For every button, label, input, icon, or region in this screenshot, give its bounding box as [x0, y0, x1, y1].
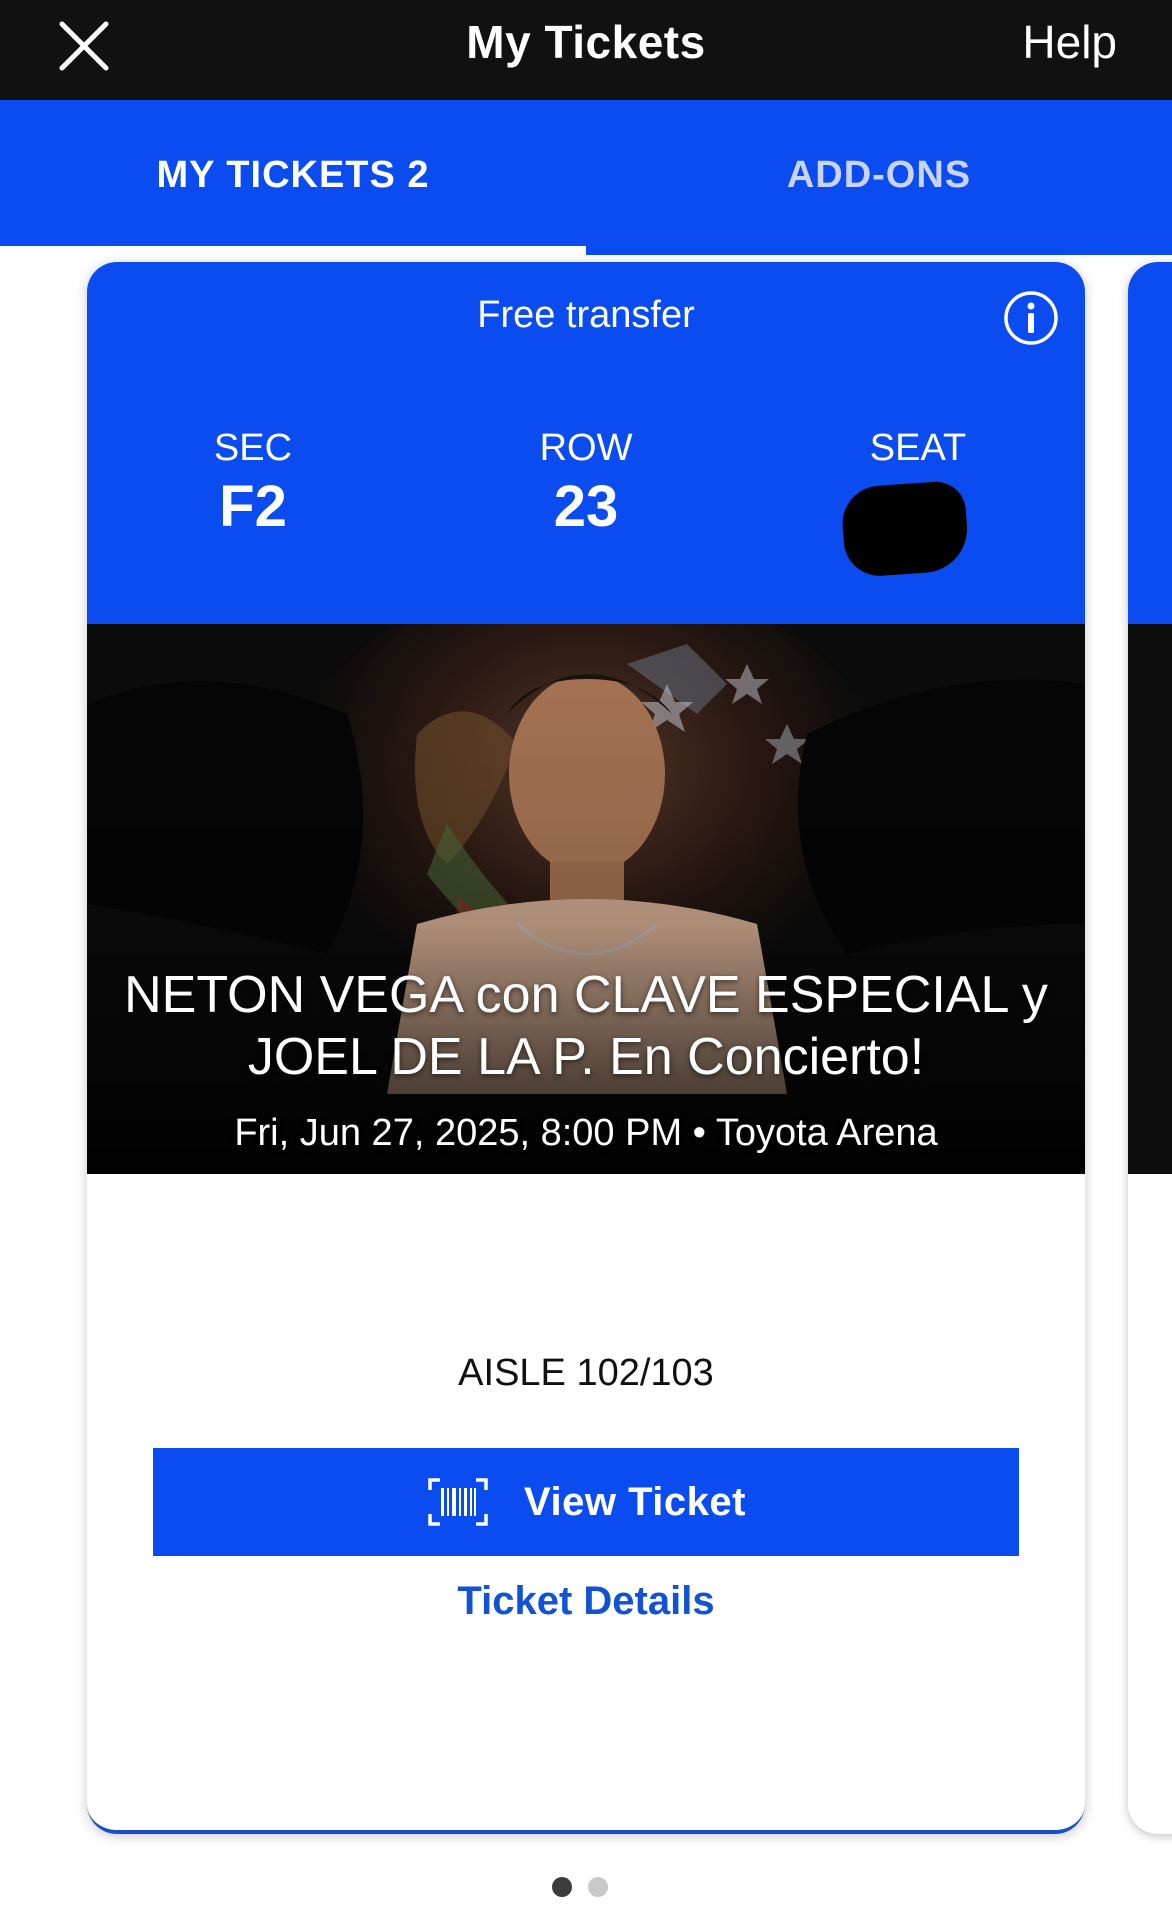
help-link[interactable]: Help	[1022, 14, 1117, 70]
event-title: NETON VEGA con CLAVE ESPECIAL y JOEL DE …	[124, 966, 1048, 1086]
event-date-venue: Fri, Jun 27, 2025, 8:00 PM • Toyota Aren…	[234, 1112, 938, 1154]
view-ticket-label: View Ticket	[524, 1479, 746, 1524]
aisle-info: AISLE 102/103	[458, 1352, 714, 1394]
close-icon[interactable]	[52, 14, 116, 78]
tab-bar: MY TICKETS 2 ADD-ONS	[0, 100, 1172, 255]
section-value: F2	[219, 474, 287, 539]
next-ticket-image	[1128, 624, 1172, 1174]
event-image: NETON VEGA con CLAVE ESPECIAL y JOEL DE …	[87, 624, 1085, 1174]
view-ticket-button[interactable]: View Ticket	[153, 1448, 1019, 1556]
page-title: My Tickets	[466, 16, 706, 68]
seat-label: SEAT	[869, 427, 967, 469]
tab-add-ons[interactable]: ADD-ONS	[586, 100, 1172, 250]
next-ticket-header	[1128, 262, 1172, 624]
seat-value-redaction	[840, 479, 970, 579]
ticket-header: Free transfer SEC F2 ROW 23 SEAT	[87, 262, 1085, 624]
page-dot-2[interactable]	[588, 1877, 608, 1897]
pagination-dots	[552, 1877, 608, 1897]
tab-my-tickets[interactable]: MY TICKETS 2	[0, 100, 586, 250]
page-dot-1[interactable]	[552, 1877, 572, 1897]
row-value: 23	[553, 474, 619, 539]
row-label: ROW	[539, 427, 633, 469]
top-bar: My Tickets Help	[0, 0, 1172, 100]
row-info: ROW 23	[486, 426, 686, 542]
active-tab-indicator	[0, 246, 586, 255]
section-info: SEC F2	[153, 426, 353, 542]
seat-info: SEAT	[818, 426, 1018, 470]
info-icon[interactable]	[1003, 290, 1059, 346]
section-label: SEC	[213, 427, 293, 469]
ticket-card[interactable]: Free transfer SEC F2 ROW 23 SEAT NETON V…	[87, 262, 1085, 1834]
transfer-label: Free transfer	[477, 294, 695, 336]
ticket-details-link[interactable]: Ticket Details	[87, 1576, 1085, 1626]
next-ticket-card[interactable]	[1128, 262, 1172, 1834]
event-artwork	[87, 624, 1085, 1174]
barcode-icon	[428, 1478, 488, 1526]
